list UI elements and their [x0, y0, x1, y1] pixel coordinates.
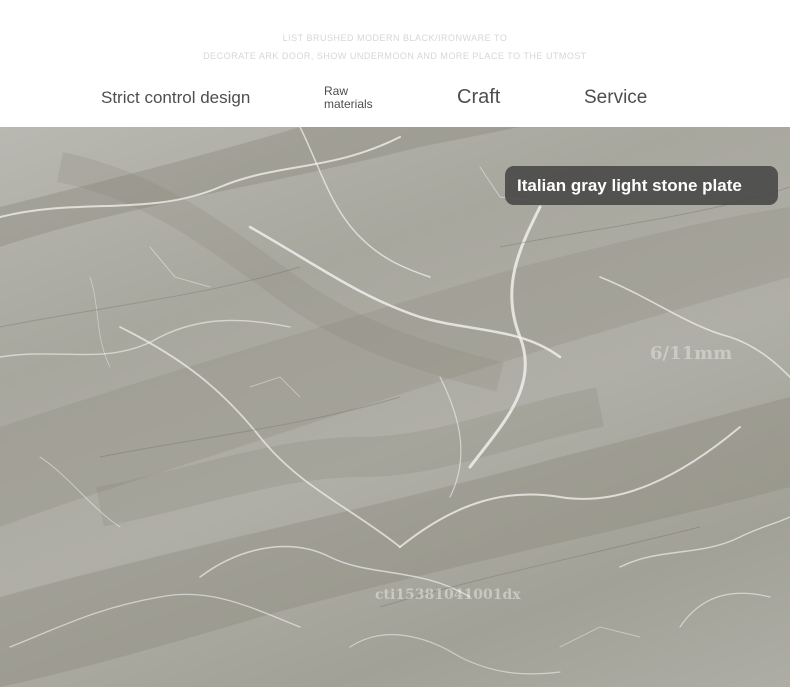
nav-craft[interactable]: Craft: [457, 86, 500, 109]
tagline-line-1: LIST BRUSHED MODERN BLACK/IRONWARE TO: [282, 33, 508, 43]
nav-service[interactable]: Service: [584, 87, 647, 109]
header: LIST BRUSHED MODERN BLACK/IRONWARE TO DE…: [0, 0, 790, 127]
nav-raw-materials[interactable]: Raw materials: [324, 85, 394, 111]
thickness-watermark: 6/11mm: [650, 343, 733, 364]
store-watermark: cti15381041001dx: [375, 587, 521, 603]
tagline-line-2: DECORATE ARK DOOR, SHOW UNDERMOON AND MO…: [203, 51, 587, 61]
product-name-label: Italian gray light stone plate: [505, 166, 778, 205]
marble-veins: [0, 127, 790, 687]
nav-strict-control-design[interactable]: Strict control design: [101, 88, 250, 108]
marble-texture-image: 6/11mm cti15381041001dx: [0, 127, 790, 687]
